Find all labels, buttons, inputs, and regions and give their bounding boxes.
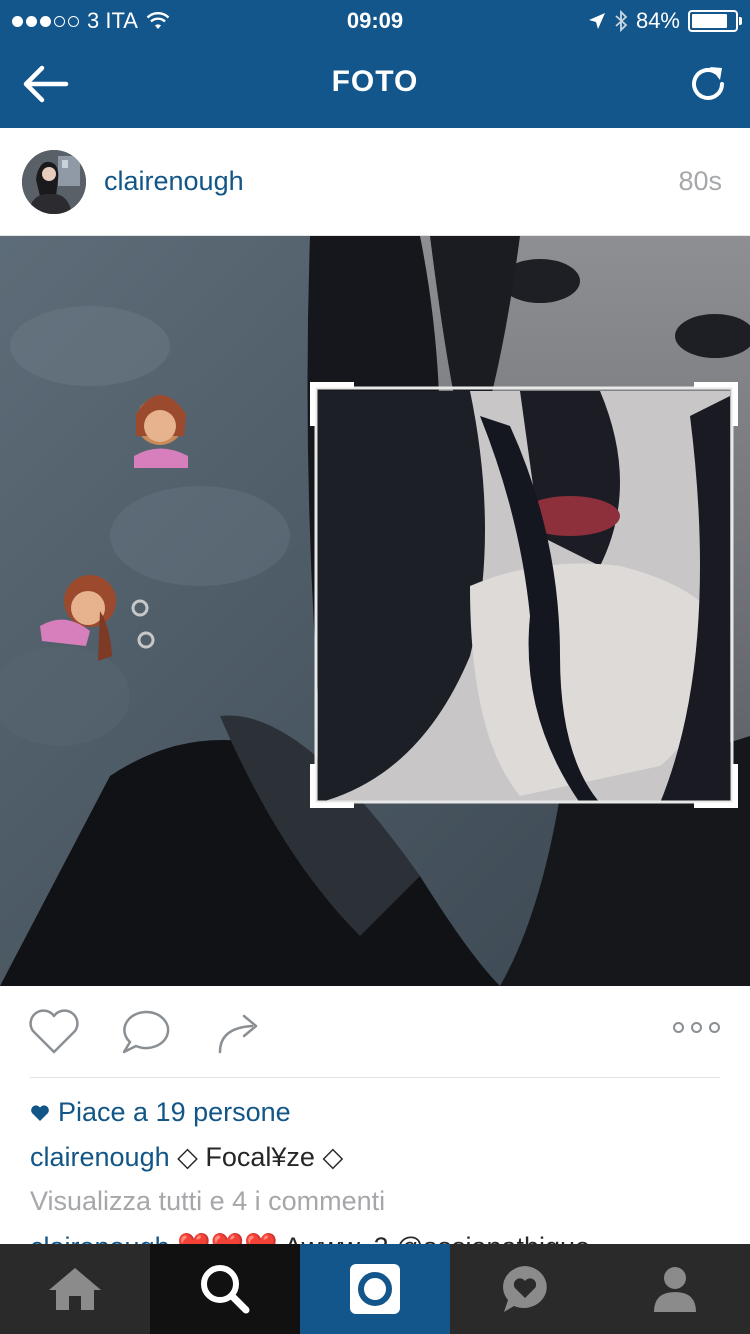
post-photo[interactable] (0, 236, 750, 986)
status-bar: 3 ITA 09:09 84% (0, 0, 750, 40)
avatar[interactable] (22, 150, 86, 214)
caption-text: ◇ Focal¥ze ◇ (177, 1142, 344, 1172)
battery-icon (688, 10, 742, 32)
refresh-icon[interactable] (686, 62, 730, 106)
focus-frame (310, 382, 738, 808)
tab-bar (0, 1244, 750, 1334)
battery-percent: 84% (635, 8, 680, 33)
likes-label: Piace a 19 persone (58, 1097, 291, 1127)
status-right: 84% (588, 8, 742, 34)
likes-count[interactable]: Piace a 19 persone (30, 1097, 291, 1128)
caption-username[interactable]: clairenough (30, 1142, 170, 1172)
tab-home[interactable] (0, 1244, 150, 1334)
small-heart-icon (31, 1104, 49, 1121)
tab-activity[interactable] (450, 1244, 600, 1334)
post-header: clairenough 80s (0, 128, 750, 236)
activity-icon (503, 1266, 547, 1312)
view-all-comments-link[interactable]: Visualizza tutti e 4 i commenti (30, 1186, 385, 1217)
tab-search[interactable] (150, 1244, 300, 1334)
divider (30, 1077, 720, 1078)
caption: clairenough ◇ Focal¥ze ◇ (30, 1142, 343, 1173)
camera-icon (350, 1264, 400, 1314)
more-icon[interactable] (673, 1022, 720, 1033)
post-username[interactable]: clairenough (104, 166, 244, 197)
page-title: FOTO (331, 65, 419, 98)
nav-bar: FOTO (0, 40, 750, 128)
tab-camera[interactable] (300, 1244, 450, 1334)
post-actions (0, 986, 750, 1078)
share-icon[interactable] (212, 1006, 268, 1056)
search-icon (201, 1265, 250, 1314)
home-icon (49, 1268, 101, 1310)
location-arrow-icon (588, 13, 605, 29)
bluetooth-icon (615, 10, 628, 32)
comment-item: clairenough ❤️❤️❤️ Awww. 2 @sosianathiqu… (30, 1231, 590, 1245)
heart-icon[interactable] (26, 1006, 82, 1056)
tab-profile[interactable] (600, 1244, 750, 1334)
profile-icon (654, 1267, 696, 1312)
post-timestamp: 80s (678, 166, 722, 196)
comment-icon[interactable] (118, 1006, 174, 1056)
